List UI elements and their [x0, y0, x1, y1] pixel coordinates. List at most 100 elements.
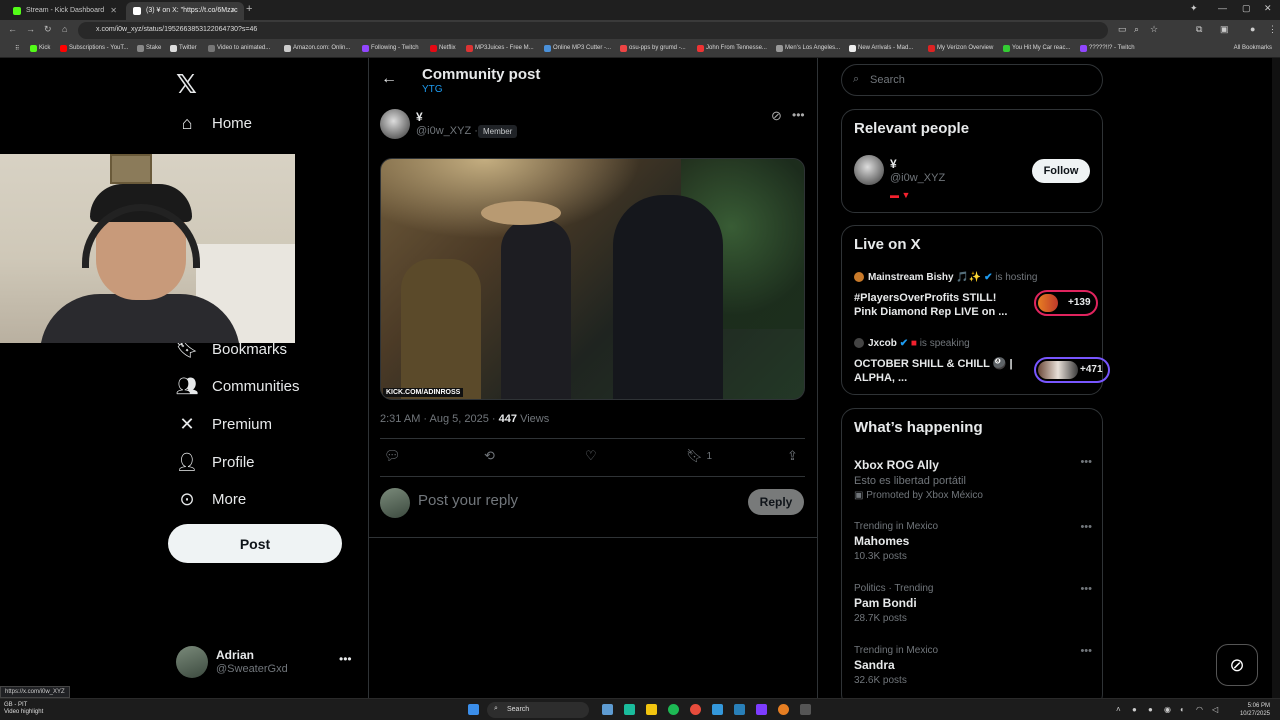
post-button[interactable]: Post — [168, 524, 342, 563]
tray-icon[interactable]: ◉ — [1164, 705, 1171, 714]
trend-item[interactable]: Politics · Trending Pam Bondi 28.7K post… — [854, 583, 1092, 624]
app-icon[interactable] — [756, 704, 767, 715]
bookmark-item[interactable]: John From Tennesse... — [697, 45, 767, 52]
sidepanel-icon[interactable]: ▣ — [1220, 24, 1229, 35]
extensions-icon[interactable]: ⧉ — [1196, 24, 1202, 35]
star-icon[interactable]: ☆ — [1150, 24, 1158, 35]
reply-input[interactable]: Post your reply — [418, 492, 738, 514]
taskbar-clock[interactable]: 5:06 PM 10/27/2025 — [1240, 702, 1270, 718]
bookmark-action[interactable]: 🔖︎ 1 — [686, 448, 712, 464]
trend-item[interactable]: Trending in Mexico Mahomes 10.3K posts •… — [854, 521, 1092, 562]
bookmark-item[interactable]: Men's Los Angeles... — [776, 45, 840, 52]
bookmark-item[interactable]: My Verizon Overview — [928, 45, 993, 52]
nav-communities[interactable]: 👥︎ Communities — [176, 373, 300, 399]
window-close-icon[interactable]: ✕ — [1264, 3, 1272, 14]
post-timestamp[interactable]: 2:31 AM · Aug 5, 2025 · — [380, 413, 496, 425]
file-explorer-icon[interactable] — [646, 704, 657, 715]
post-media-video[interactable]: KICK.COM/ADINROSS — [380, 158, 805, 400]
reply-action[interactable]: 💬︎ — [384, 448, 401, 464]
bookmark-item[interactable]: New Arrivals - Mad... — [849, 45, 913, 52]
bookmark-item[interactable]: Following - Twitch — [362, 45, 419, 52]
live-space-title[interactable]: #PlayersOverProfits STILL! Pink Diamond … — [854, 291, 1014, 319]
volume-icon[interactable]: ◁ — [1212, 705, 1218, 714]
grok-fab-icon[interactable]: ⊘ — [1216, 644, 1258, 686]
taskbar-search[interactable]: ⌕ Search — [487, 702, 589, 718]
nav-premium[interactable]: ✕ Premium — [176, 411, 272, 437]
avatar[interactable] — [854, 155, 884, 185]
more-dots-icon[interactable]: ••• — [1080, 521, 1092, 533]
community-link[interactable]: YTG — [422, 84, 443, 95]
tray-icon[interactable]: ◐ — [1180, 705, 1185, 714]
nav-more[interactable]: ⊙ More — [176, 486, 246, 512]
close-icon[interactable]: ✕ — [110, 6, 117, 15]
share-action[interactable]: ⇪ — [787, 448, 798, 464]
more-dots-icon[interactable]: ••• — [1080, 583, 1092, 595]
author-avatar[interactable] — [380, 109, 410, 139]
grok-icon[interactable]: ⊘ — [771, 108, 782, 124]
new-tab-icon[interactable]: + — [246, 3, 252, 15]
tray-chevron-icon[interactable]: ˄ — [1116, 705, 1121, 714]
app-icon[interactable] — [624, 704, 635, 715]
spotify-icon[interactable] — [668, 704, 679, 715]
bookmark-item[interactable]: Amazon.com: Onlin... — [284, 45, 350, 52]
chrome-icon[interactable] — [690, 704, 701, 715]
bookmark-item[interactable]: You Hit My Car reac... — [1003, 45, 1070, 52]
promoted-trend[interactable]: Xbox ROG Ally Esto es libertad portátil … — [854, 456, 1092, 501]
trend-item[interactable]: Trending in Mexico Sandra 32.6K posts ••… — [854, 645, 1092, 686]
bookmark-item[interactable]: Subscriptions - YouT... — [60, 45, 128, 52]
author-name[interactable]: ¥ — [416, 110, 423, 124]
tab-kick-dashboard[interactable]: Stream - Kick Dashboard ✕ — [6, 2, 124, 20]
bookmark-item[interactable]: MP3Juices - Free M... — [466, 45, 534, 52]
tray-icon[interactable]: ● — [1148, 705, 1153, 714]
extension-icon[interactable]: ✦ — [1190, 3, 1198, 14]
tray-icon[interactable]: ● — [1132, 705, 1137, 714]
bookmark-item[interactable]: Online MP3 Cutter -... — [544, 45, 611, 52]
more-dots-icon[interactable]: ••• — [792, 108, 805, 122]
forward-icon[interactable]: → — [26, 24, 35, 34]
zoom-icon[interactable]: ⌕ — [1134, 24, 1139, 35]
repost-action[interactable]: ⟲ — [484, 448, 495, 464]
bookmark-item[interactable]: Twitter — [170, 45, 197, 52]
live-host[interactable]: Mainstream Bishy 🎵✨ ✔ is hosting — [854, 272, 1037, 283]
home-button-icon[interactable]: ⌂ — [62, 24, 67, 34]
reload-icon[interactable]: ↻ — [44, 24, 52, 35]
follow-button[interactable]: Follow — [1032, 159, 1090, 183]
live-listeners-badge[interactable]: +471 — [1034, 357, 1110, 383]
app-icon[interactable] — [734, 704, 745, 715]
live-host[interactable]: Jxcob ✔ ■ is speaking — [854, 338, 970, 349]
app-icon[interactable] — [778, 704, 789, 715]
wifi-icon[interactable]: ◠ — [1196, 705, 1203, 714]
account-switcher[interactable]: Adrian @SweaterGxd ••• — [176, 646, 356, 680]
menu-kebab-icon[interactable]: ⋮ — [1268, 24, 1277, 35]
app-icon[interactable] — [800, 704, 811, 715]
app-icon[interactable] — [602, 704, 613, 715]
nav-home[interactable]: ⌂ Home — [176, 110, 252, 136]
cast-icon[interactable]: ▭ — [1118, 24, 1127, 35]
x-logo-icon[interactable]: 𝕏 — [176, 70, 197, 100]
page-scrollbar[interactable] — [1272, 58, 1280, 698]
live-space-title[interactable]: OCTOBER SHILL & CHILL 🎱 | ALPHA, ... — [854, 357, 1014, 385]
close-icon[interactable]: ✕ — [230, 6, 237, 15]
reply-button[interactable]: Reply — [748, 489, 804, 515]
live-listeners-badge[interactable]: +139 — [1034, 290, 1098, 316]
person-handle[interactable]: @i0w_XYZ — [890, 172, 945, 184]
profile-avatar-icon[interactable]: ● — [1250, 24, 1255, 34]
minimize-icon[interactable]: — — [1218, 3, 1227, 13]
more-dots-icon[interactable]: ••• — [1080, 456, 1092, 468]
more-dots-icon[interactable]: ••• — [1080, 645, 1092, 657]
search-input[interactable]: ⌕ Search — [841, 64, 1103, 96]
nav-profile[interactable]: 👤︎ Profile — [176, 449, 255, 475]
app-icon[interactable] — [712, 704, 723, 715]
bookmark-item[interactable]: Kick — [30, 45, 50, 52]
all-bookmarks-button[interactable]: All Bookmarks — [1234, 45, 1272, 51]
bookmark-item[interactable]: Video to animated... — [208, 45, 270, 52]
author-handle[interactable]: @i0w_XYZ · — [416, 125, 478, 137]
weather-widget[interactable]: GB - PIT Video highlight — [4, 702, 43, 716]
bookmark-item[interactable]: ?????!!? - Twitch — [1080, 45, 1135, 52]
back-icon[interactable]: ← — [8, 24, 17, 34]
back-arrow-icon[interactable]: ← — [381, 70, 397, 88]
apps-icon[interactable]: ⠿ — [6, 45, 19, 52]
more-dots-icon[interactable]: ••• — [339, 652, 352, 666]
maximize-icon[interactable]: ▢ — [1242, 3, 1251, 14]
tab-x-post[interactable]: (3) ¥ on X: "https://t.co/6Mzzc ✕ — [126, 2, 244, 20]
